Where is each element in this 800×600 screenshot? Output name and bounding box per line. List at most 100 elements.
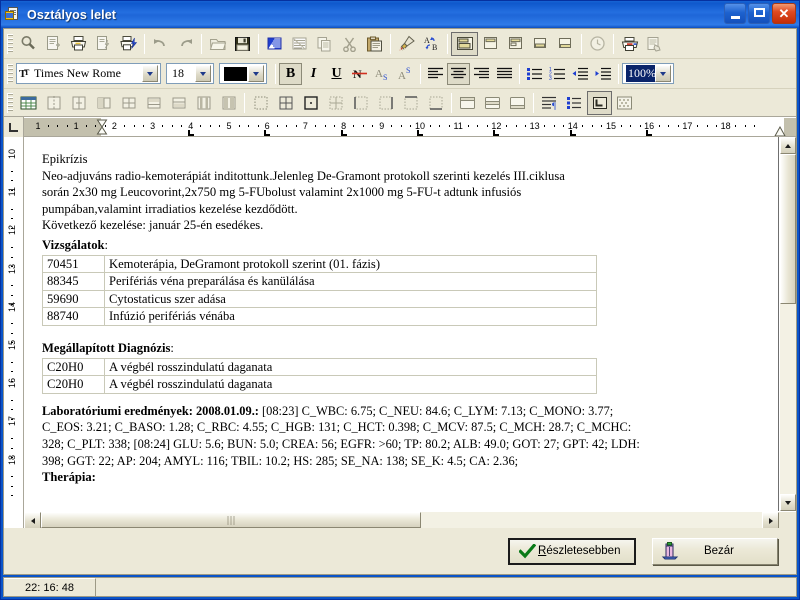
table-row[interactable]: 88345 Perifériás véna preparálása és kan… [42, 272, 597, 291]
close-dialog-button[interactable]: Bezár [652, 537, 778, 565]
insert-column-icon[interactable] [91, 91, 116, 115]
vertical-scroll-track[interactable] [780, 154, 796, 494]
middle-row-icon[interactable] [480, 91, 505, 115]
maximize-button[interactable] [748, 3, 770, 24]
align-left-button[interactable] [424, 63, 447, 85]
align-right-button[interactable] [470, 63, 493, 85]
tab-stop-marker[interactable] [417, 130, 423, 136]
chevron-down-icon[interactable] [248, 65, 264, 82]
close-button[interactable]: ✕ [772, 3, 796, 24]
font-color-combo[interactable] [219, 63, 267, 84]
tab-stop-selector[interactable] [4, 117, 24, 137]
header-row-icon[interactable] [455, 91, 480, 115]
decrease-indent-button[interactable] [569, 63, 592, 85]
align-justify-button[interactable] [493, 63, 516, 85]
table-row[interactable]: C20H0 A végbél rosszindulatú daganata [42, 375, 597, 394]
merge-cell-icon[interactable] [66, 91, 91, 115]
chevron-down-icon[interactable] [142, 65, 158, 82]
table-row[interactable]: 70451 Kemoterápia, DeGramont protokoll s… [42, 254, 597, 274]
copy-icon[interactable] [312, 32, 337, 56]
insert-row-icon[interactable] [116, 91, 141, 115]
scroll-down-button[interactable] [780, 494, 796, 511]
toolbar-grip[interactable] [7, 33, 13, 54]
title-bar[interactable]: Osztályos lelet ✕ [1, 1, 799, 28]
tab-stop-marker[interactable] [493, 130, 500, 136]
toolbar-grip[interactable] [7, 92, 13, 113]
horizontal-ruler[interactable]: 1 1 2 3 4 5 6 7 8 9 10 11 12 13 14 15 16 17 18 [24, 117, 796, 136]
tab-stop-marker[interactable] [340, 130, 347, 136]
format-painter-icon[interactable] [394, 32, 419, 56]
layout-3-icon[interactable] [503, 32, 528, 56]
border-right-icon[interactable] [373, 91, 398, 115]
horizontal-scroll-track[interactable] [41, 512, 762, 528]
border-none-icon[interactable] [248, 91, 273, 115]
horizontal-scroll-thumb[interactable] [41, 512, 421, 528]
undo-icon[interactable] [148, 32, 173, 56]
zoom-combo[interactable]: 100% [622, 63, 674, 84]
footer-row-icon[interactable] [505, 91, 530, 115]
print-preview-icon[interactable] [16, 32, 41, 56]
align-center-button[interactable] [447, 62, 470, 85]
bullet-list-button[interactable] [523, 63, 546, 85]
cut-icon[interactable] [337, 32, 362, 56]
insert-image-icon[interactable] [612, 91, 637, 115]
document-quick-icon[interactable] [91, 32, 116, 56]
superscript-button[interactable]: A S [394, 63, 417, 85]
horizontal-scrollbar[interactable] [24, 511, 796, 529]
quick-print-icon[interactable] [116, 32, 141, 56]
save-icon[interactable] [230, 32, 255, 56]
find-replace-icon[interactable]: A B [419, 32, 444, 56]
italic-button[interactable]: I [302, 63, 325, 85]
border-left-icon[interactable] [348, 91, 373, 115]
column-dist-icon[interactable] [216, 91, 241, 115]
list-properties-icon[interactable] [562, 91, 587, 115]
redo-icon[interactable] [173, 32, 198, 56]
scroll-right-button[interactable] [762, 512, 779, 529]
underline-button[interactable]: U [325, 63, 348, 85]
insert-table-icon[interactable] [16, 91, 41, 115]
text-lines-icon[interactable] [287, 32, 312, 56]
layout-1-icon[interactable] [451, 31, 478, 56]
paragraph-mark-icon[interactable]: ¶ [537, 91, 562, 115]
numbered-list-button[interactable]: 123 [546, 63, 569, 85]
increase-indent-button[interactable] [592, 63, 615, 85]
column-width-icon[interactable] [191, 91, 216, 115]
document-hand-icon[interactable] [642, 32, 667, 56]
minimize-button[interactable] [724, 3, 746, 24]
scroll-left-button[interactable] [24, 512, 41, 529]
split-cell-vertical-icon[interactable] [41, 91, 66, 115]
chevron-down-icon[interactable] [195, 65, 211, 82]
vertical-scroll-thumb[interactable] [780, 154, 796, 304]
table-row[interactable]: C20H0 A végbél rosszindulatú daganata [42, 357, 597, 377]
layout-5-icon[interactable] [553, 32, 578, 56]
tab-stop-marker[interactable] [569, 130, 576, 136]
border-box-icon[interactable] [298, 91, 323, 115]
details-button[interactable]: Részletesebben [508, 537, 636, 565]
paste-icon[interactable] [362, 32, 387, 56]
toolbar-grip[interactable] [7, 63, 13, 84]
subscript-button[interactable]: A S [371, 63, 394, 85]
chevron-down-icon[interactable] [655, 65, 671, 82]
vertical-ruler[interactable]: 10 11 12 13 14 15 16 17 18 [4, 137, 24, 528]
print-icon[interactable] [66, 32, 91, 56]
layout-2-icon[interactable] [478, 32, 503, 56]
clock-icon[interactable] [585, 32, 610, 56]
strikethrough-button[interactable]: N [348, 63, 371, 85]
open-folder-icon[interactable] [205, 32, 230, 56]
indent-marker[interactable] [96, 119, 108, 136]
vertical-scrollbar[interactable] [779, 137, 796, 511]
tab-stop-marker[interactable] [264, 130, 271, 136]
scroll-up-button[interactable] [780, 137, 796, 154]
document-page[interactable]: Epikrízis Neo-adjuváns radio-kemoterápiá… [24, 137, 779, 511]
merge-rows-icon[interactable] [141, 91, 166, 115]
text-block-icon[interactable] [262, 32, 287, 56]
tab-stop-marker[interactable] [646, 130, 653, 136]
border-all-icon[interactable] [273, 91, 298, 115]
border-top-icon[interactable] [398, 91, 423, 115]
layout-4-icon[interactable] [528, 32, 553, 56]
font-size-combo[interactable]: 18 [166, 63, 214, 84]
border-inner-icon[interactable] [323, 91, 348, 115]
right-indent-marker[interactable] [774, 126, 786, 136]
printer-red-icon[interactable] [617, 32, 642, 56]
tab-stop-marker[interactable] [187, 130, 194, 136]
